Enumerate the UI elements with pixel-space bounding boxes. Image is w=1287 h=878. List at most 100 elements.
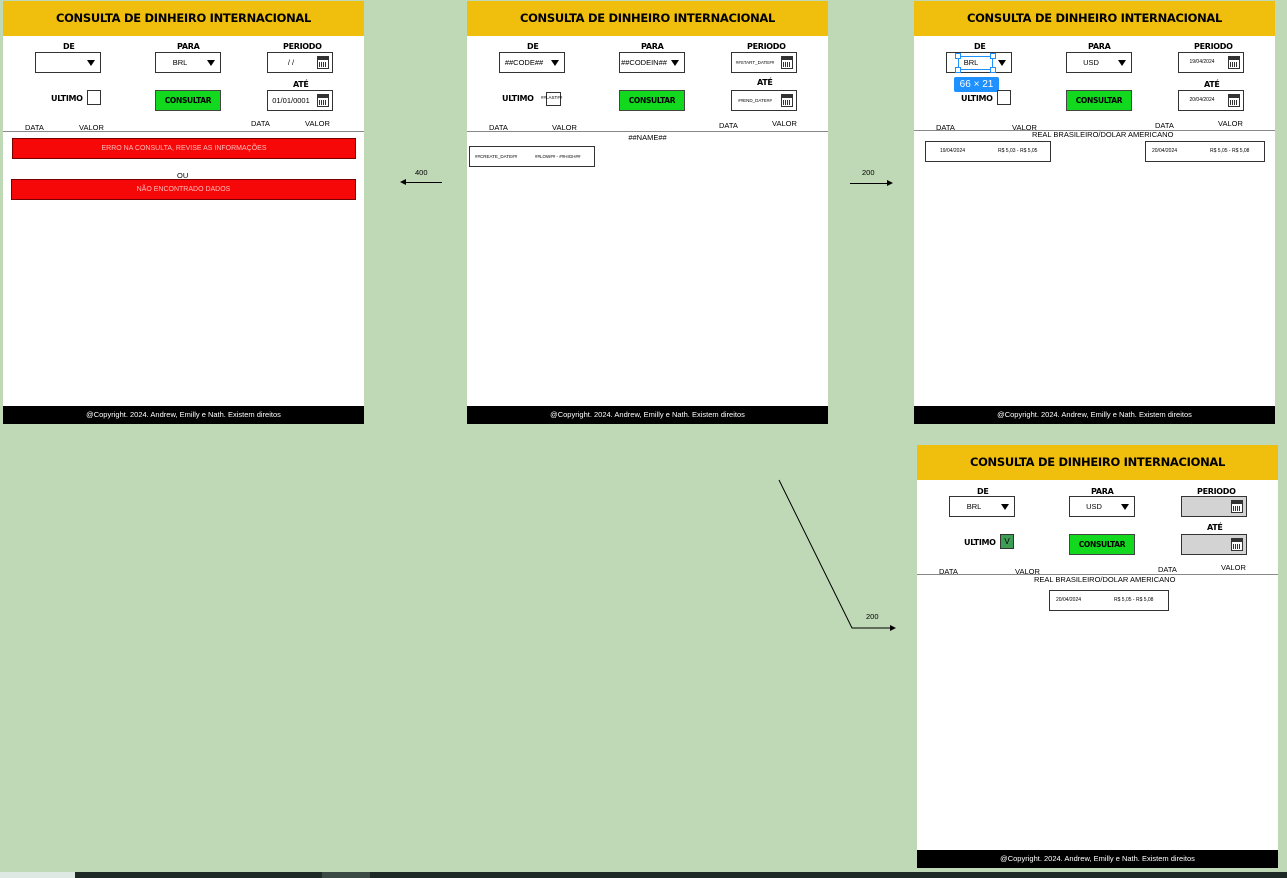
periodo-date-value: ##START_DATE## [735,60,775,65]
chevron-down-icon [87,60,95,66]
calendar-icon[interactable] [317,56,329,69]
list-item: 20/04/2024 R$ 5,05 - R$ 5,08 [1049,590,1169,611]
resize-handle[interactable] [990,67,996,73]
de-select[interactable]: BRL [949,496,1015,517]
calendar-icon[interactable] [781,94,793,107]
chevron-down-icon [1121,504,1129,510]
de-select-value: BRL [966,502,982,511]
para-label: PARA [1088,42,1111,51]
periodo-label: PERIODO [1197,487,1236,496]
consultar-button[interactable]: CONSULTAR [1066,90,1132,111]
ultimo-checkbox[interactable] [87,90,101,105]
para-select-value: USD [1083,58,1099,67]
row-date: 19/04/2024 [940,148,966,154]
row-date: 20/04/2024 [1056,597,1082,603]
taskbar [0,872,1287,878]
ate-label: ATÉ [1204,80,1220,89]
periodo-date-value: 19/04/2024 [1189,59,1215,65]
calendar-icon[interactable] [1228,94,1240,107]
divider [3,131,364,132]
de-select[interactable] [35,52,101,73]
ate-date-value: 20/04/2024 [1189,97,1215,103]
ate-date-value: 01/01/0001 [272,96,310,105]
page-title: CONSULTA DE DINHEIRO INTERNACIONAL [917,445,1278,480]
resize-handle[interactable] [955,67,961,73]
periodo-label: PERIODO [1194,42,1233,51]
calendar-icon[interactable] [781,56,793,69]
ultimo-checkbox[interactable] [997,90,1011,105]
de-label: DE [977,487,989,496]
periodo-label: PERIODO [283,42,322,51]
para-select-value: BRL [172,58,188,67]
calendar-icon[interactable] [317,94,329,107]
valor-column-header: VALOR [305,119,330,128]
page-title: CONSULTA DE DINHEIRO INTERNACIONAL [3,1,364,36]
arrow-left-icon [400,179,406,185]
row-value: R$ 5,03 - R$ 5,05 [998,148,1038,154]
selection-box [958,56,993,70]
ate-label: ATÉ [757,78,773,87]
list-item: 20/04/2024 R$ 5,05 - R$ 5,08 [1145,141,1265,162]
data-column-header: DATA [719,121,738,130]
calendar-icon[interactable] [1231,538,1243,551]
taskbar-start[interactable] [0,872,75,878]
consultar-button[interactable]: CONSULTAR [1069,534,1135,555]
consultar-button[interactable]: CONSULTAR [155,90,221,111]
para-select[interactable]: USD [1069,496,1135,517]
screen-template: CONSULTA DE DINHEIRO INTERNACIONAL DE PA… [467,1,828,424]
list-item: 19/04/2024 R$ 5,03 - R$ 5,05 [925,141,1051,162]
ate-date-input[interactable] [1181,534,1247,555]
de-select[interactable]: ##CODE## [499,52,565,73]
periodo-date-input[interactable]: ##START_DATE## [731,52,797,73]
consultar-button[interactable]: CONSULTAR [619,90,685,111]
ultimo-checkbox[interactable]: ##LAST## [541,92,562,106]
calendar-icon[interactable] [1231,500,1243,513]
row-value: R$ 5,05 - R$ 5,08 [1114,597,1154,603]
periodo-date-input[interactable]: / / [267,52,333,73]
screen-last-result: CONSULTA DE DINHEIRO INTERNACIONAL DE PA… [917,445,1278,868]
row-value: ##LOW## - ##HIGH## [535,154,581,159]
calendar-icon[interactable] [1228,56,1240,69]
arrow-200-line [850,183,888,184]
de-label: DE [63,42,75,51]
row-value: R$ 5,05 - R$ 5,08 [1210,148,1250,154]
de-select-value: ##CODE## [504,58,544,67]
last-placeholder: ##LAST## [541,95,563,100]
ate-date-input[interactable]: ##END_DATE## [731,90,797,111]
divider [467,131,828,132]
chevron-down-icon [671,60,679,66]
para-select[interactable]: ##CODEIN## [619,52,685,73]
valor-column-header: VALOR [772,119,797,128]
arrow-200-label: 200 [866,612,879,621]
periodo-date-input[interactable]: 19/04/2024 [1178,52,1244,73]
row-date: ##CREATE_DATE## [475,154,518,159]
para-label: PARA [1091,487,1114,496]
resize-handle[interactable] [990,53,996,59]
de-label: DE [527,42,539,51]
footer: @Copyright. 2024. Andrew, Emilly e Nath.… [914,406,1275,424]
footer: @Copyright. 2024. Andrew, Emilly e Nath.… [3,406,364,424]
periodo-date-input[interactable] [1181,496,1247,517]
para-select-value: USD [1086,502,1102,511]
para-label: PARA [641,42,664,51]
currency-name: REAL BRASILEIRO/DOLAR AMERICANO [1032,130,1174,139]
ultimo-label: ULTIMO [51,94,83,103]
para-select[interactable]: BRL [155,52,221,73]
resize-handle[interactable] [955,53,961,59]
taskbar-item[interactable] [322,872,370,878]
ate-date-input[interactable]: 01/01/0001 [267,90,333,111]
arrow-right-icon [887,180,893,186]
page-title: CONSULTA DE DINHEIRO INTERNACIONAL [467,1,828,36]
error-message: ERRO NA CONSULTA, REVISE AS INFORMAÇÕES [12,138,356,159]
footer: @Copyright. 2024. Andrew, Emilly e Nath.… [467,406,828,424]
ate-date-input[interactable]: 20/04/2024 [1178,90,1244,111]
para-select-value: ##CODEIN## [621,58,667,67]
arrow-200-label: 200 [862,168,875,177]
de-label: DE [974,42,986,51]
chevron-down-icon [1001,504,1009,510]
para-select[interactable]: USD [1066,52,1132,73]
ate-date-value: ##END_DATE## [738,98,772,103]
data-column-header: DATA [1158,565,1177,574]
periodo-date-value: / / [287,58,295,67]
ultimo-checkbox[interactable]: V [1000,534,1014,549]
